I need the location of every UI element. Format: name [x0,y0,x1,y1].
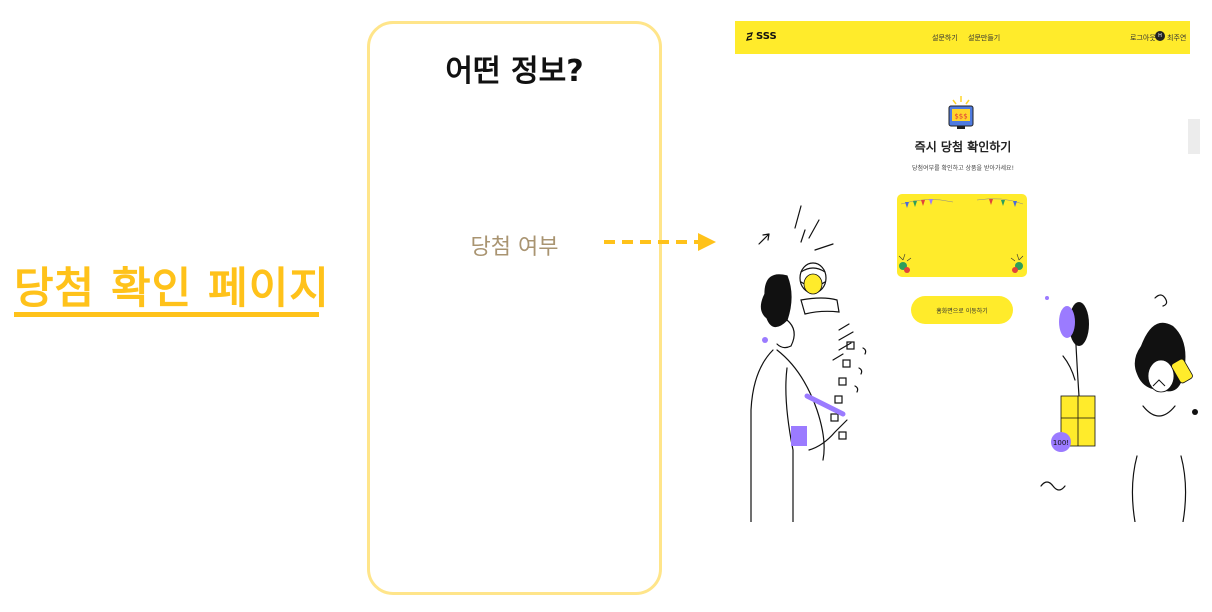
scrollbar-thumb[interactable] [1188,119,1200,154]
logout-link[interactable]: 로그아웃 [1130,33,1156,43]
user-name[interactable]: 최주연 [1167,33,1186,43]
person-checklist-illustration [750,205,867,522]
headline: 즉시 당첨 확인하기 [914,140,1012,154]
svg-text:$$$: $$$ [954,113,967,121]
nav-link-survey[interactable]: 설문하기 [932,33,958,43]
result-box [897,194,1027,277]
celebration-illustration: 100! [1040,294,1198,522]
logo-icon [746,32,753,41]
logo-text: SSS [756,31,777,42]
nav-link-create-survey[interactable]: 설문만들기 [968,33,1000,43]
info-card: 어떤 정보? 당첨 여부 [367,21,662,595]
page-title: 당첨 확인 페이지 [14,264,330,314]
screenshot-preview: SSS 설문하기 설문만들기 로그아웃 H 최주연 $$$ 즉시 당첨 확인하기… [733,14,1205,522]
info-card-heading: 어떤 정보? [445,54,584,89]
nav-bar: SSS 설문하기 설문만들기 로그아웃 H 최주연 [735,21,1190,54]
dashed-arrow-icon [604,233,716,251]
home-button[interactable]: 홈화면으로 이동하기 [911,296,1013,324]
subline: 당첨여부를 확인하고 상품을 받아가세요! [912,165,1014,172]
confetti-icon [898,198,1024,273]
avatar[interactable]: H [1155,31,1165,41]
money-screen-icon: $$$ [948,96,974,129]
logo[interactable]: SSS [746,31,777,42]
title-underline [14,312,319,317]
badge-text: 100! [1053,439,1069,447]
